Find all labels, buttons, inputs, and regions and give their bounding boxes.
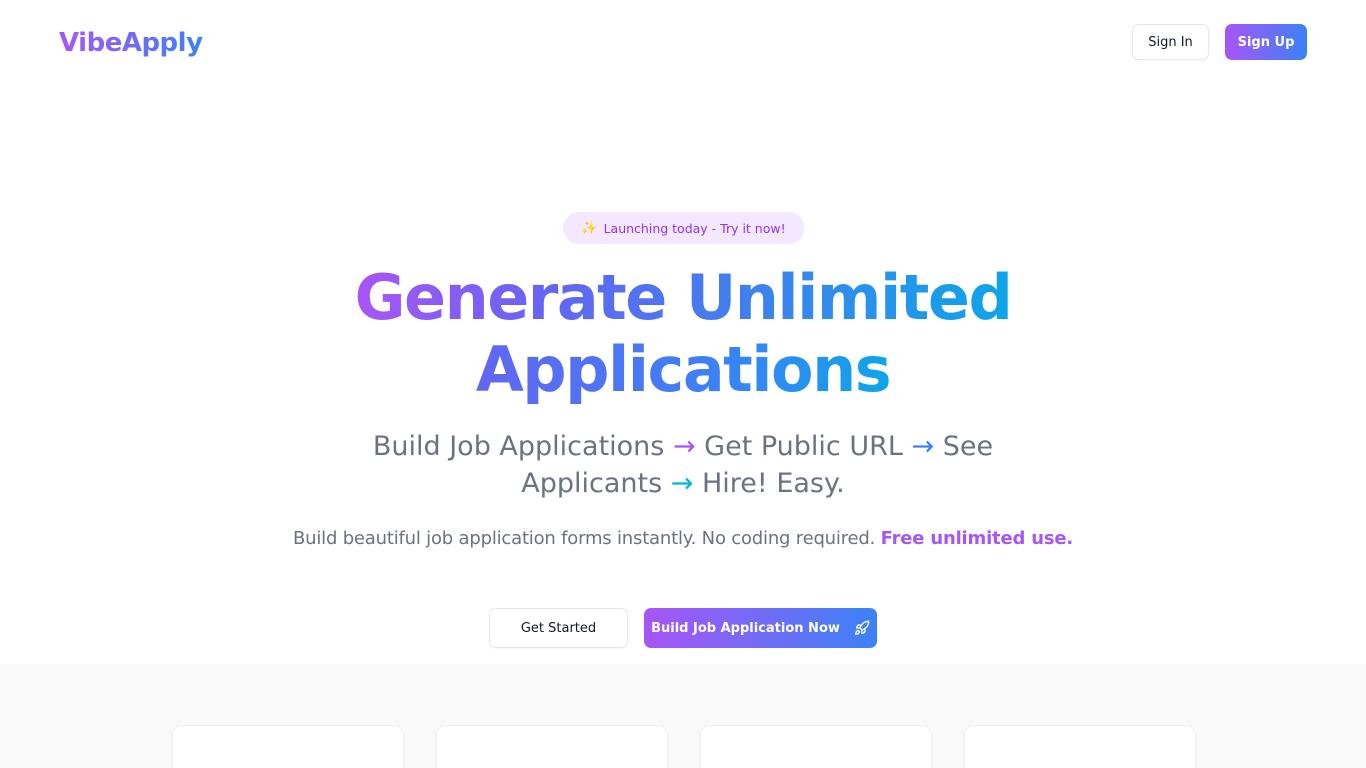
description-highlight: Free unlimited use.: [880, 528, 1074, 549]
arrow-right-icon: →: [670, 468, 694, 499]
feature-card: [172, 725, 404, 768]
site-header: VibeApply Sign In Sign Up: [0, 0, 1366, 86]
launch-badge[interactable]: ✨ Launching today - Try it now!: [563, 212, 804, 244]
get-started-button[interactable]: Get Started: [489, 608, 628, 648]
launch-badge-text: Launching today - Try it now!: [603, 220, 786, 236]
rocket-icon: [854, 620, 870, 636]
headline-line-1: Generate Unlimited: [354, 261, 1013, 334]
hero-headline: Generate Unlimited Applications: [183, 262, 1183, 406]
sparkles-icon: ✨: [581, 220, 598, 236]
sign-up-button[interactable]: Sign Up: [1225, 24, 1307, 60]
subhead-step-3a: See: [942, 431, 994, 462]
site-logo[interactable]: VibeApply: [59, 26, 203, 60]
feature-card: [964, 725, 1196, 768]
subhead-step-3b: Applicants: [521, 468, 663, 499]
subhead-step-2: Get Public URL: [704, 431, 903, 462]
feature-card: [436, 725, 668, 768]
sign-in-button[interactable]: Sign In: [1132, 24, 1209, 60]
arrow-right-icon: →: [672, 431, 696, 462]
feature-card: [700, 725, 932, 768]
hero-subhead: Build Job Applications → Get Public URL …: [283, 428, 1083, 502]
hero-description: Build beautiful job application forms in…: [183, 526, 1183, 552]
build-job-application-button[interactable]: Build Job Application Now: [644, 608, 877, 648]
arrow-right-icon: →: [911, 431, 935, 462]
subhead-step-4: Hire! Easy.: [702, 468, 845, 499]
headline-line-2: Applications: [475, 333, 892, 406]
description-text: Build beautiful job application forms in…: [293, 528, 876, 549]
subhead-step-1: Build Job Applications: [372, 431, 665, 462]
landing-page: VibeApply Sign In Sign Up ✨ Launching to…: [0, 0, 1366, 768]
build-job-application-label: Build Job Application Now: [651, 620, 840, 636]
